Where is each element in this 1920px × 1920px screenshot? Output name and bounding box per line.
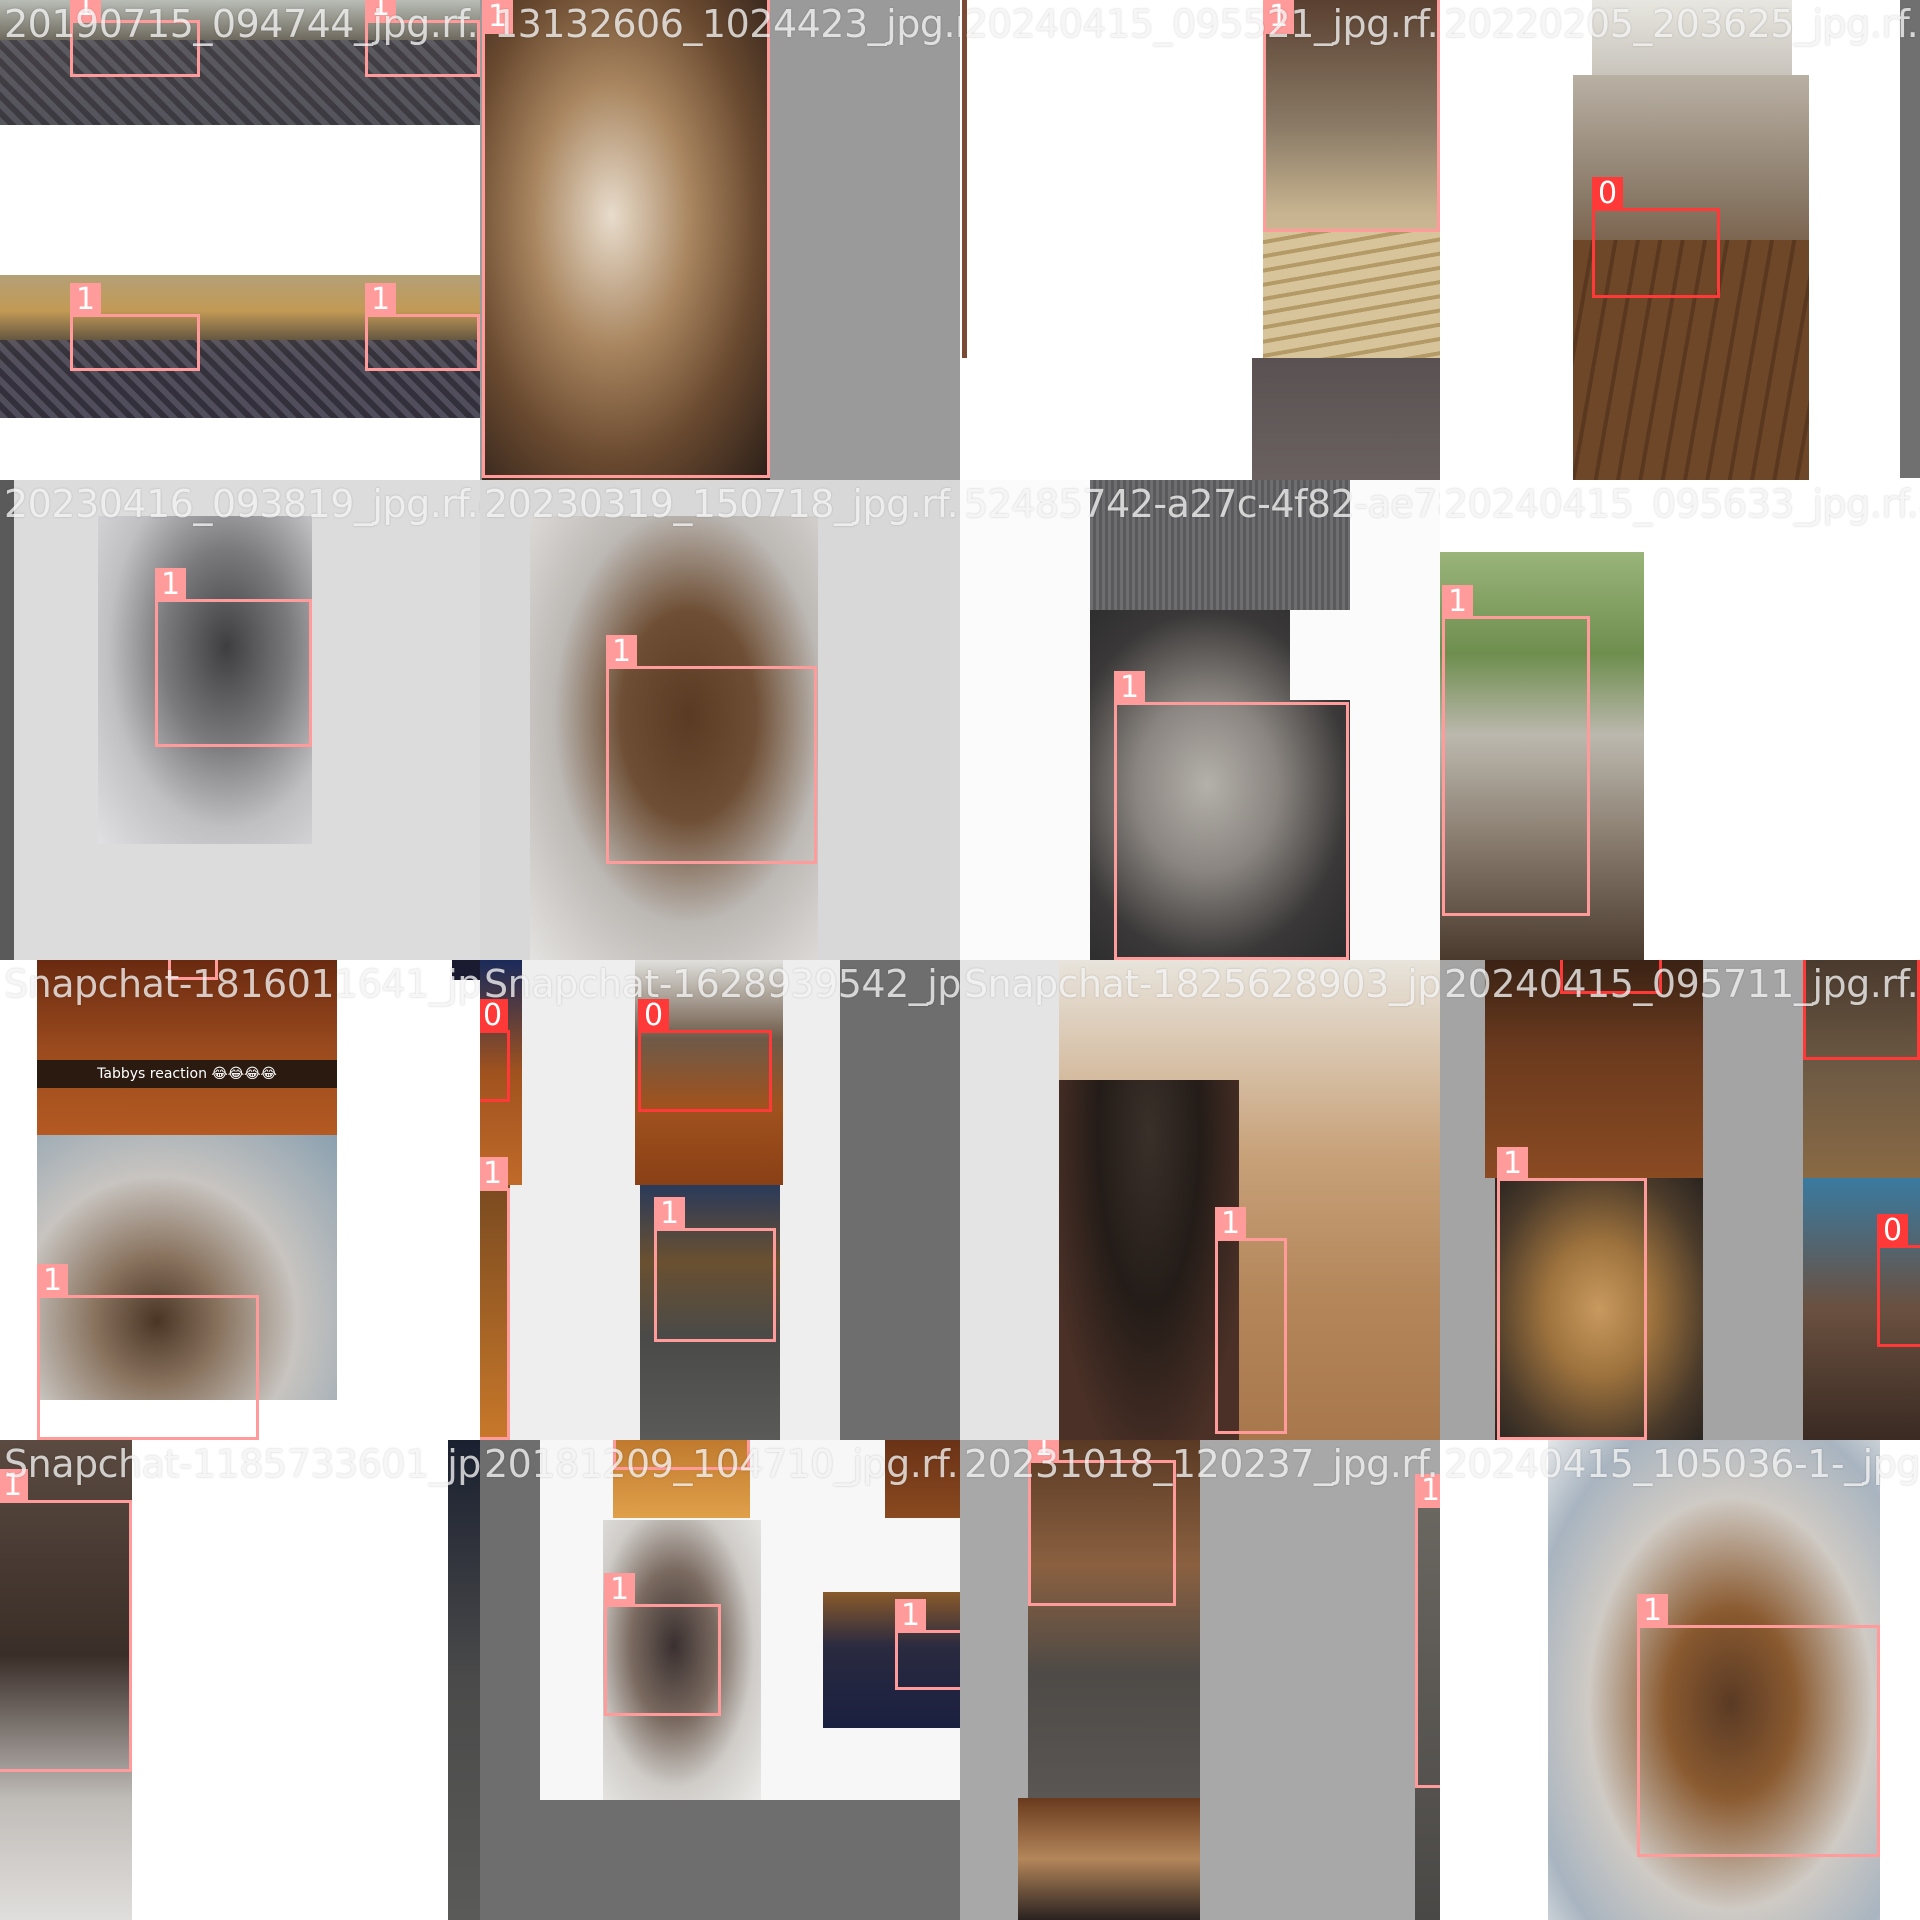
mosaic-tile: 1 13132606_1024423_jpg.rf.d2	[480, 0, 960, 480]
class-label: 1	[70, 0, 102, 23]
detection-box: 1	[70, 283, 200, 371]
detection-box: 0	[1877, 1214, 1920, 1347]
class-label: 1	[895, 1599, 927, 1633]
detection-box: 0	[638, 999, 772, 1112]
detection-box: 1	[480, 1157, 510, 1440]
mosaic-tile: 1 20230416_093819_jpg.rf.d8	[0, 480, 480, 960]
class-label: 1	[482, 0, 514, 34]
mosaic-tile: 0 0 1 1 Snapchat-1628939542_jpg.rf	[480, 960, 960, 1440]
detection-box: 1	[365, 283, 480, 371]
class-label: 1	[155, 568, 187, 602]
class-label: 1	[1028, 1440, 1060, 1463]
mosaic-tile: 1 20240415_095633_jpg.rf.8c	[1440, 480, 1920, 960]
mosaic-tile: Tabbys reaction 😂😂😂😂 1 1 Snapchat-181601…	[0, 960, 480, 1440]
mosaic-tile: 1 20240415_105036-1-_jpg.rf.	[1440, 1440, 1920, 1920]
tile-filename: 20240415_095633_jpg.rf.8c	[1444, 482, 1920, 526]
image-edge	[452, 960, 480, 980]
image-edge	[840, 960, 960, 1440]
detection-box: 1	[604, 1573, 721, 1716]
detection-box: 1	[1263, 0, 1440, 232]
image-edge	[1900, 0, 1920, 478]
detection-box: 1	[168, 960, 218, 980]
cat-photo-region	[1252, 358, 1440, 480]
mosaic-tile: 1 Snapchat-1825628903_jpg.rf	[960, 960, 1440, 1440]
detection-box: 1	[1114, 671, 1349, 960]
detection-box: 1	[1637, 1594, 1880, 1857]
class-label: 1	[365, 0, 397, 23]
detection-box: 0	[1592, 177, 1720, 298]
mosaic-grid: 1 1 1 1 20190715_094744_jpg.rf.93 1 1313…	[0, 0, 1920, 1920]
class-label: 0	[1592, 177, 1624, 211]
detection-box: 1	[613, 1440, 750, 1470]
detection-box: 1	[70, 0, 200, 77]
blanket-stripes	[1263, 230, 1440, 358]
class-label: 1	[1442, 585, 1474, 619]
class-label: 1	[70, 283, 102, 317]
class-label: 1	[37, 1264, 69, 1298]
class-label: 1	[1114, 671, 1146, 705]
detection-box: 1	[365, 0, 480, 77]
mosaic-tile: 1 1 1 20181209_104710_jpg.rf.65	[480, 1440, 960, 1920]
class-label: 1	[480, 1157, 509, 1191]
mosaic-tile: 1 52485742-a27c-4f82-ae78-0	[960, 480, 1440, 960]
detection-box: 1	[895, 1599, 960, 1690]
detection-box: 1	[1028, 1440, 1176, 1606]
cat-photo-region	[448, 1440, 480, 1920]
cat-photo-region	[37, 960, 337, 1135]
class-label: 1	[654, 1197, 686, 1231]
class-label: 0	[480, 999, 509, 1033]
class-label: 1	[1415, 1474, 1440, 1508]
detection-box: 1	[1497, 1147, 1647, 1440]
class-label: 1	[1637, 1594, 1669, 1628]
detection-box: 1	[1215, 1207, 1287, 1434]
mosaic-tile: 0 0 1 0 20240415_095711_jpg.rf.1b	[1440, 960, 1920, 1440]
detection-box: 1	[654, 1197, 776, 1342]
detection-box: 1	[37, 1264, 259, 1440]
class-label: 1	[0, 1469, 29, 1503]
cat-photo-region	[1090, 480, 1350, 610]
class-label: 0	[1877, 1214, 1909, 1248]
class-label: 0	[638, 999, 670, 1033]
class-label: 1	[1497, 1147, 1529, 1181]
snapchat-caption: Tabbys reaction 😂😂😂😂	[37, 1060, 337, 1088]
detection-box: 1	[1415, 1474, 1440, 1788]
image-edge	[0, 480, 14, 960]
window-light	[1290, 610, 1350, 700]
cat-photo-region	[885, 1440, 960, 1518]
mosaic-tile: 1 20240415_095521_jpg.rf.71	[960, 0, 1440, 480]
cat-photo-region	[1018, 1798, 1200, 1920]
detection-box: 1	[155, 568, 312, 747]
detection-box: 1	[0, 1469, 132, 1772]
class-label: 1	[1263, 0, 1295, 34]
image-edge	[962, 0, 967, 358]
class-label: 1	[1215, 1207, 1247, 1241]
mosaic-tile: 1 1 20231018_120237_jpg.rf.57	[960, 1440, 1440, 1920]
detection-box: 1	[482, 0, 770, 478]
mosaic-tile: 0 20220205_203625_jpg.rf.5c	[1440, 0, 1920, 480]
class-label: 1	[365, 283, 397, 317]
class-label: 1	[606, 635, 638, 669]
detection-box: 1	[606, 635, 817, 864]
detection-box: 0	[1560, 960, 1662, 994]
cat-photo-region	[1592, 0, 1792, 75]
mosaic-tile: 1 20230319_150718_jpg.rf.34	[480, 480, 960, 960]
detection-box: 0	[1803, 960, 1920, 1060]
mosaic-tile: 1 1 1 1 20190715_094744_jpg.rf.93	[0, 0, 480, 480]
detection-box: 1	[1442, 585, 1590, 916]
class-label: 1	[604, 1573, 636, 1607]
detection-box: 0	[480, 999, 510, 1102]
stool	[1059, 1080, 1239, 1440]
mosaic-tile: 1 Snapchat-1185733601_jpg.rf	[0, 1440, 480, 1920]
